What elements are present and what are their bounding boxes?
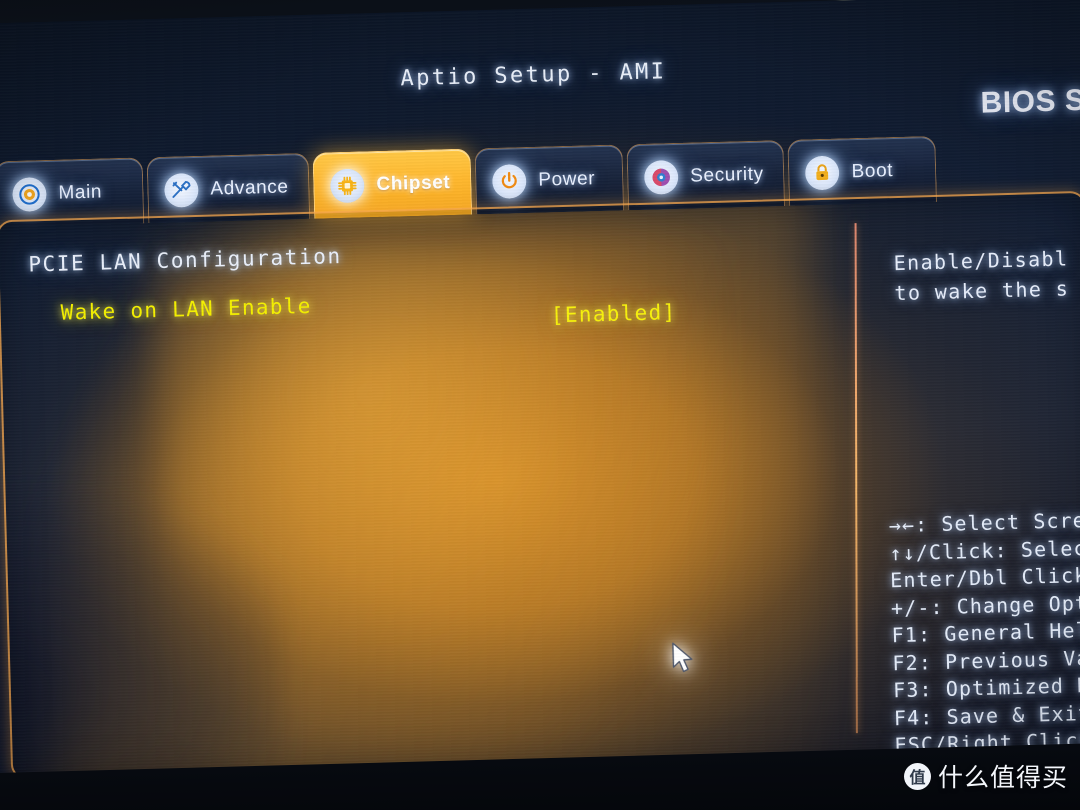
setting-row-wake-on-lan[interactable]: Wake on LAN Enable [Enabled] (0, 279, 849, 332)
lock-icon (805, 155, 841, 190)
tab-boot-label: Boot (851, 159, 894, 182)
shield-globe-icon (643, 159, 679, 195)
tab-chipset-label: Chipset (376, 171, 451, 195)
title-bar: Aptio Setup - AMI (0, 48, 1077, 102)
key-legend: →←: Select Scre ↑↓/Click: Selec Enter/Db… (888, 504, 1080, 760)
section-title: PCIE LAN Configuration (28, 244, 342, 277)
tab-advance-label: Advance (210, 175, 289, 200)
setting-value-wake-on-lan[interactable]: [Enabled] (551, 300, 677, 327)
brand-label: BIOS S (980, 83, 1080, 120)
watermark-text: 什么值得买 (937, 763, 1068, 792)
monitor-photo: Aptio Setup - AMI BIOS S Main Advance Ch… (0, 0, 1080, 810)
tab-security-label: Security (689, 163, 764, 187)
content-area: PCIE LAN Configuration Wake on LAN Enabl… (0, 191, 1080, 780)
key-legend-item: →←: Select Scre (888, 507, 1080, 538)
smzdm-logo-icon: 值 (903, 762, 931, 790)
tab-main-label: Main (58, 180, 103, 204)
setting-label-wake-on-lan: Wake on LAN Enable (60, 293, 312, 325)
chip-icon (330, 167, 365, 203)
bios-screen: Aptio Setup - AMI BIOS S Main Advance Ch… (0, 0, 1080, 810)
mouse-cursor (671, 642, 698, 677)
power-icon (491, 163, 527, 199)
bios-ui-root: Aptio Setup - AMI BIOS S Main Advance Ch… (0, 0, 1080, 810)
page-title: Aptio Setup - AMI (400, 59, 667, 92)
tab-power-label: Power (538, 167, 596, 191)
target-circle-icon (12, 176, 47, 212)
tools-icon (163, 172, 199, 208)
panel-divider (854, 223, 858, 734)
watermark: 值 什么值得买 (903, 758, 1068, 794)
help-line: Enable/Disabl (893, 246, 1069, 276)
help-panel: Enable/Disabl to wake the s (893, 240, 1080, 308)
